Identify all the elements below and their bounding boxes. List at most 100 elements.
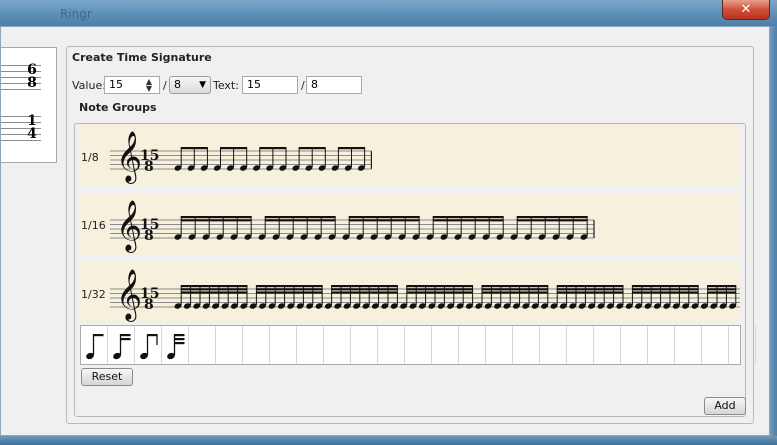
note-group-label: 1/8 bbox=[81, 151, 99, 164]
palette-cell[interactable] bbox=[405, 326, 432, 364]
note-group-row[interactable]: 𝄞 15 8 bbox=[80, 262, 740, 322]
note-group-row[interactable]: 𝄞 15 8 bbox=[80, 124, 740, 186]
treble-clef-icon: 𝄞 bbox=[116, 200, 142, 253]
note-beam bbox=[181, 291, 247, 294]
text-denominator-input[interactable]: 8 bbox=[306, 76, 362, 94]
time-signature-denominator: 8 bbox=[144, 159, 154, 175]
note-beam bbox=[256, 288, 323, 291]
note-beam bbox=[181, 147, 208, 150]
time-signature-denominator: 8 bbox=[144, 297, 154, 313]
window-title: Ringr bbox=[60, 7, 92, 21]
value-label: Value: bbox=[72, 79, 106, 92]
note-flag bbox=[147, 334, 158, 337]
note-beam bbox=[557, 285, 623, 288]
palette-cell[interactable] bbox=[324, 326, 351, 364]
palette-cell[interactable] bbox=[621, 326, 648, 364]
text-label: Text: bbox=[213, 79, 239, 92]
palette-cell[interactable] bbox=[675, 326, 702, 364]
note-beam bbox=[406, 285, 473, 288]
note-flag bbox=[120, 334, 131, 337]
palette-cell[interactable] bbox=[486, 326, 513, 364]
palette-cell[interactable] bbox=[702, 326, 729, 364]
denominator-selected: 8 bbox=[174, 78, 181, 91]
beamed-eighth-icon bbox=[140, 334, 158, 360]
close-button[interactable]: ✕ bbox=[722, 0, 770, 20]
note-beam bbox=[256, 285, 323, 288]
note-beam bbox=[181, 285, 247, 288]
note-groups-title: Note Groups bbox=[79, 101, 157, 114]
note-beam bbox=[632, 291, 699, 294]
palette-cell[interactable] bbox=[648, 326, 675, 364]
note-beam bbox=[557, 288, 623, 291]
note-beam bbox=[265, 216, 336, 219]
note-group-staff: 𝄞158 bbox=[110, 200, 595, 253]
note-beam bbox=[406, 291, 473, 294]
note-beam bbox=[517, 219, 588, 222]
palette-cell[interactable] bbox=[81, 326, 108, 364]
note-group-label: 1/32 bbox=[81, 288, 106, 301]
window-frame-bottom bbox=[0, 436, 777, 445]
palette-cell[interactable] bbox=[594, 326, 621, 364]
palette-cell[interactable] bbox=[567, 326, 594, 364]
text-numerator-input[interactable]: 15 bbox=[242, 76, 298, 94]
note-beam bbox=[331, 285, 398, 288]
add-button[interactable]: Add bbox=[704, 397, 746, 415]
palette-cell[interactable] bbox=[729, 326, 756, 364]
note-flag bbox=[174, 342, 185, 345]
palette-cell[interactable] bbox=[108, 326, 135, 364]
value-slash: / bbox=[163, 79, 167, 92]
note-beam bbox=[349, 216, 420, 219]
palette-cell[interactable] bbox=[297, 326, 324, 364]
note-flag bbox=[120, 338, 131, 341]
palette-cell[interactable] bbox=[135, 326, 162, 364]
denominator-select[interactable]: 8 ▼ bbox=[169, 76, 211, 94]
eighth-note-icon bbox=[86, 334, 104, 360]
dialog-client-area: 6 8 1 4 ⋮ Create Time Signature Value: 1… bbox=[0, 26, 770, 436]
note-group-staff: 𝄞158 bbox=[110, 269, 740, 322]
note-flag bbox=[174, 334, 185, 337]
signature-denominator: 8 bbox=[27, 75, 37, 91]
note-beam bbox=[433, 219, 504, 222]
treble-clef-icon: 𝄞 bbox=[116, 131, 142, 184]
note-beam bbox=[220, 147, 247, 150]
note-beam bbox=[482, 288, 548, 291]
signature-denominator: 4 bbox=[27, 126, 37, 142]
palette-cell[interactable] bbox=[540, 326, 567, 364]
note-beam bbox=[482, 291, 548, 294]
note-group-row[interactable]: 𝄞 15 8 bbox=[80, 193, 740, 255]
palette-cell[interactable] bbox=[513, 326, 540, 364]
note-beam bbox=[338, 147, 365, 150]
palette-cell[interactable] bbox=[459, 326, 486, 364]
text-slash: / bbox=[301, 79, 305, 92]
note-beam bbox=[517, 216, 588, 219]
palette-cell[interactable] bbox=[351, 326, 378, 364]
reset-button[interactable]: Reset bbox=[81, 368, 133, 386]
palette-cell[interactable] bbox=[243, 326, 270, 364]
note-flag bbox=[93, 334, 104, 337]
note-beam bbox=[181, 219, 252, 222]
note-beam bbox=[259, 147, 286, 150]
title-bar: Ringr ✕ bbox=[0, 0, 777, 26]
palette-cell[interactable] bbox=[378, 326, 405, 364]
note-beam bbox=[632, 288, 699, 291]
note-beam bbox=[557, 291, 623, 294]
time-signature-denominator: 8 bbox=[144, 228, 154, 244]
note-beam bbox=[482, 285, 548, 288]
note-beam bbox=[632, 285, 699, 288]
palette-cell[interactable] bbox=[270, 326, 297, 364]
palette-cell[interactable] bbox=[432, 326, 459, 364]
note-flag bbox=[174, 338, 185, 341]
palette-cell[interactable] bbox=[216, 326, 243, 364]
note-beam bbox=[707, 291, 736, 294]
note-beam bbox=[406, 288, 473, 291]
palette-cell[interactable] bbox=[162, 326, 189, 364]
palette-cell[interactable] bbox=[189, 326, 216, 364]
note-group-staff: 𝄞158 bbox=[110, 131, 372, 184]
spinner-arrows-icon[interactable]: ▲ ▼ bbox=[139, 77, 159, 95]
signature-list[interactable]: 6 8 1 4 bbox=[1, 47, 57, 163]
window-frame-right bbox=[770, 26, 777, 445]
note-beam bbox=[331, 291, 398, 294]
create-section-title: Create Time Signature bbox=[72, 51, 212, 64]
note-beam bbox=[181, 288, 247, 291]
note-beam bbox=[349, 219, 420, 222]
